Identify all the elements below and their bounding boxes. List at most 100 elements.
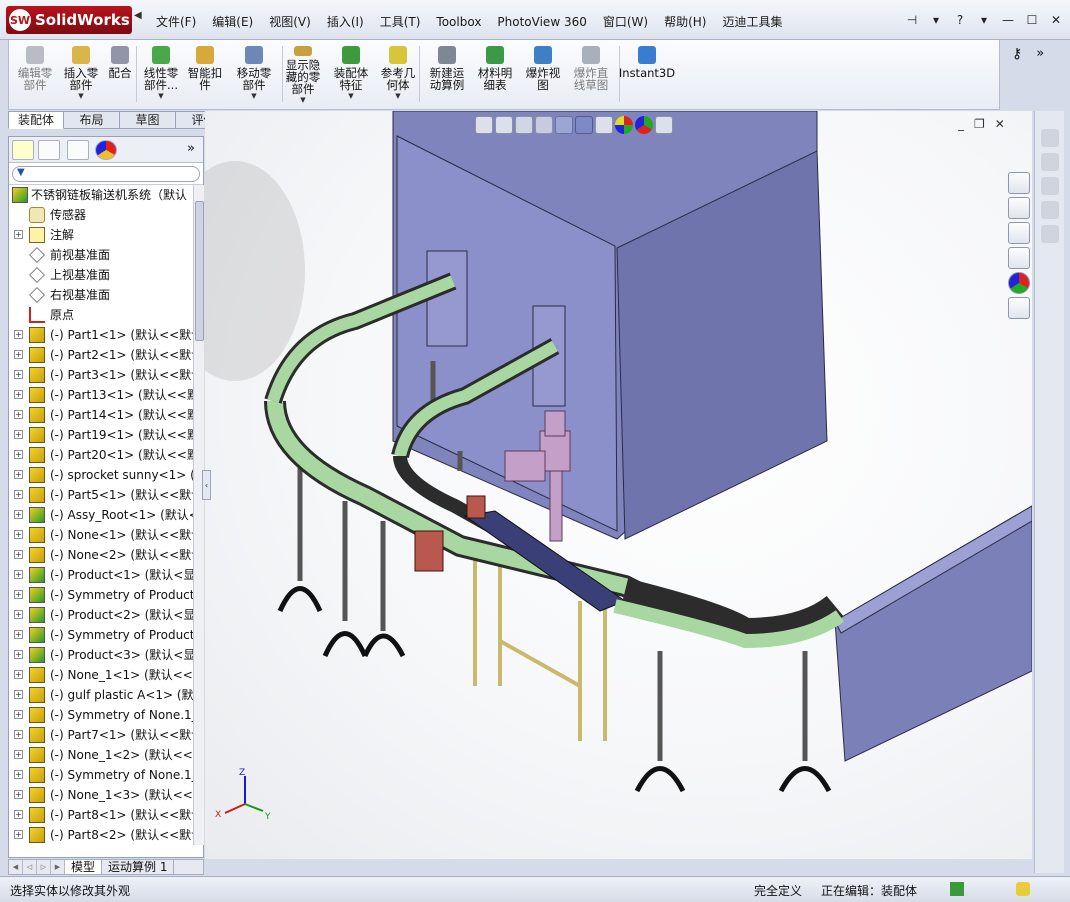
panel-collapse-handle[interactable]: ‹: [202, 470, 211, 500]
menu-item-6[interactable]: PhotoView 360: [489, 13, 594, 31]
command-4[interactable]: 智能扣 件: [185, 44, 225, 104]
design-library-icon[interactable]: [1008, 197, 1030, 219]
menu-item-5[interactable]: Toolbox: [428, 13, 489, 31]
expand-icon[interactable]: +: [14, 710, 23, 719]
menu-item-7[interactable]: 窗口(W): [595, 13, 656, 31]
copy-icon[interactable]: [1041, 177, 1059, 195]
expand-icon[interactable]: +: [14, 370, 23, 379]
expand-icon[interactable]: +: [14, 390, 23, 399]
file-explorer-icon[interactable]: [1008, 222, 1030, 244]
expand-icon[interactable]: +: [14, 490, 23, 499]
command-6[interactable]: 显示隐 藏的零 部件 ▼: [281, 44, 325, 104]
command-1[interactable]: 插入零 部件 ▼: [61, 44, 101, 104]
tree-item[interactable]: + (-) Part8<2> (默认<<默认: [9, 825, 193, 845]
tree-item[interactable]: + (-) Part19<1> (默认<<默: [9, 425, 193, 445]
solidworks-logo[interactable]: SW SolidWorks: [6, 6, 132, 34]
zoom-area-icon[interactable]: [495, 116, 513, 134]
tree-scrollbar[interactable]: [193, 185, 204, 845]
dropdown-arrow-icon[interactable]: ▼: [348, 92, 353, 100]
chevron-down-icon[interactable]: ▾: [976, 12, 992, 28]
expand-icon[interactable]: +: [14, 510, 23, 519]
tree-item[interactable]: + (-) Part2<1> (默认<<默认: [9, 345, 193, 365]
tree-item[interactable]: + (-) Symmetry of None.1_: [9, 705, 193, 725]
tree-item[interactable]: + (-) Part14<1> (默认<<默: [9, 405, 193, 425]
dropdown-arrow-icon[interactable]: ▼: [251, 92, 256, 100]
maximize-button[interactable]: ☐: [1024, 12, 1040, 28]
command-2[interactable]: 配合: [103, 44, 137, 104]
expand-right-icon[interactable]: »: [1036, 46, 1044, 64]
tree-item[interactable]: + (-) Symmetry of Product: [9, 585, 193, 605]
view-orientation-icon[interactable]: [555, 116, 573, 134]
expand-icon[interactable]: +: [14, 690, 23, 699]
tree-item[interactable]: 传感器: [9, 205, 193, 225]
tree-item[interactable]: + (-) sprocket sunny<1> (: [9, 465, 193, 485]
tree-item[interactable]: 右视基准面: [9, 285, 193, 305]
expand-icon[interactable]: +: [14, 550, 23, 559]
custom-properties-icon[interactable]: [1008, 297, 1030, 319]
viewport-close-icon[interactable]: ✕: [995, 117, 1005, 131]
rotate-icon[interactable]: [1041, 129, 1059, 147]
menu-item-1[interactable]: 编辑(E): [204, 13, 261, 31]
viewport-minimize-icon[interactable]: _: [958, 117, 964, 131]
viewport-restore-icon[interactable]: ❐: [974, 117, 985, 131]
menu-item-0[interactable]: 文件(F): [148, 13, 204, 31]
first-tab-icon[interactable]: ◀: [9, 860, 23, 874]
display-manager-tab-icon[interactable]: [95, 140, 117, 160]
menu-item-3[interactable]: 插入(I): [319, 13, 372, 31]
model-tab-1[interactable]: 运动算例 1: [102, 860, 175, 874]
tree-item[interactable]: + 注解: [9, 225, 193, 245]
tree-item[interactable]: + (-) None<2> (默认<<默认: [9, 545, 193, 565]
expand-icon[interactable]: +: [14, 810, 23, 819]
expand-icon[interactable]: +: [14, 350, 23, 359]
key-icon[interactable]: ⚷: [1012, 46, 1022, 64]
expand-icon[interactable]: +: [14, 730, 23, 739]
command-10[interactable]: 材料明 细表: [473, 44, 517, 104]
tree-item[interactable]: + (-) None_1<2> (默认<<默: [9, 745, 193, 765]
expand-icon[interactable]: +: [14, 610, 23, 619]
command-5[interactable]: 移动零 部件 ▼: [231, 44, 277, 104]
command-3[interactable]: 线性零 部件... ▼: [139, 44, 183, 104]
property-manager-tab-icon[interactable]: [38, 140, 60, 160]
undo-icon[interactable]: [1041, 153, 1059, 171]
pin-icon[interactable]: ⊣: [904, 12, 920, 28]
graphics-area[interactable]: Z X Y: [205, 111, 1032, 859]
command-8[interactable]: 参考几 何体 ▼: [375, 44, 421, 104]
hide-show-items-icon[interactable]: [595, 116, 613, 134]
tree-item[interactable]: + (-) Symmetry of Product: [9, 625, 193, 645]
expand-icon[interactable]: +: [14, 430, 23, 439]
command-9[interactable]: 新建运 动算例: [425, 44, 469, 104]
tree-item[interactable]: + (-) Part3<1> (默认<<默认: [9, 365, 193, 385]
tab-1[interactable]: 布局: [64, 111, 120, 129]
menu-item-2[interactable]: 视图(V): [261, 13, 319, 31]
tab-0[interactable]: 装配体: [8, 111, 64, 129]
tree-item[interactable]: + (-) Product<1> (默认<显: [9, 565, 193, 585]
command-12[interactable]: 爆炸直 线草图: [569, 44, 613, 104]
expand-icon[interactable]: +: [14, 330, 23, 339]
dropdown-arrow-icon[interactable]: ▼: [300, 96, 305, 104]
tree-item[interactable]: + (-) Symmetry of None.1_: [9, 765, 193, 785]
tree-item[interactable]: + (-) None_1<1> (默认<<默: [9, 665, 193, 685]
section-view-icon[interactable]: [535, 116, 553, 134]
menu-expand-arrow-icon[interactable]: ◀: [134, 10, 142, 30]
view-palette-icon[interactable]: [1008, 247, 1030, 269]
expand-icon[interactable]: +: [14, 410, 23, 419]
layers-icon[interactable]: [1041, 225, 1059, 243]
last-tab-icon[interactable]: ▶: [51, 860, 65, 874]
expand-icon[interactable]: +: [14, 470, 23, 479]
command-0[interactable]: 编辑零 部件: [13, 44, 57, 104]
grid-icon[interactable]: [1041, 201, 1059, 219]
expand-icon[interactable]: +: [14, 570, 23, 579]
appearances-icon[interactable]: [1008, 272, 1030, 294]
close-button[interactable]: ✕: [1048, 12, 1064, 28]
rebuild-status-icon[interactable]: [1016, 882, 1030, 896]
expand-icon[interactable]: +: [14, 750, 23, 759]
command-11[interactable]: 爆炸视 图: [521, 44, 565, 104]
tree-item[interactable]: + (-) None_1<3> (默认<<默: [9, 785, 193, 805]
tree-item[interactable]: + (-) Part8<1> (默认<<默认: [9, 805, 193, 825]
tree-item[interactable]: + (-) Assy_Root<1> (默认<: [9, 505, 193, 525]
dropdown-icon[interactable]: ▾: [928, 12, 944, 28]
expand-icon[interactable]: +: [14, 590, 23, 599]
tree-item[interactable]: + (-) Product<2> (默认<显: [9, 605, 193, 625]
zoom-to-fit-icon[interactable]: [475, 116, 493, 134]
previous-view-icon[interactable]: [515, 116, 533, 134]
